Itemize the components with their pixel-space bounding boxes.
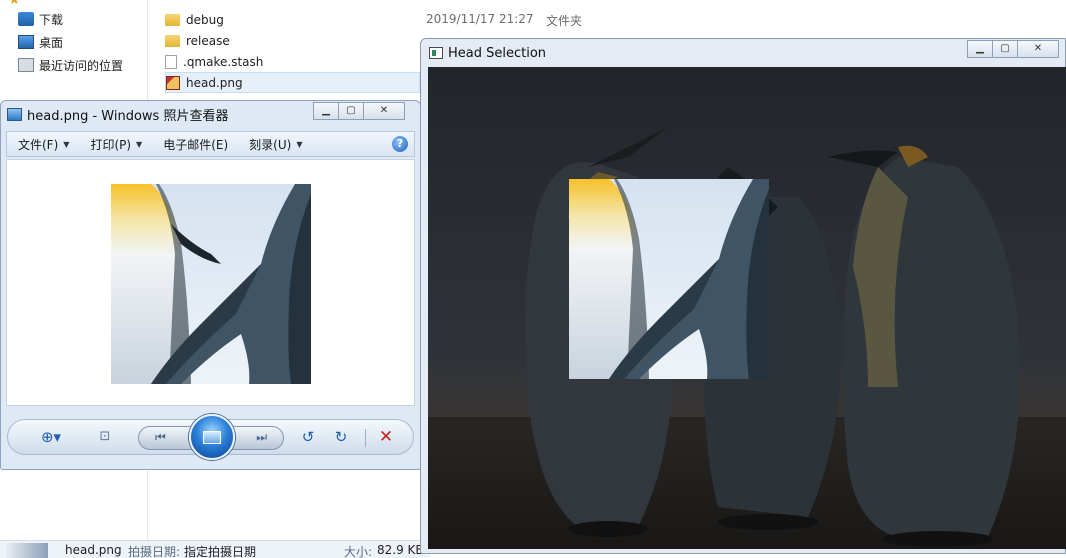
app-window-icon — [429, 47, 443, 59]
nav-item-label: 最近访问的位置 — [39, 58, 124, 73]
window-title: Head Selection — [448, 45, 547, 61]
file-row-head-png[interactable]: head.png — [165, 72, 420, 93]
next-icon[interactable]: ⏭ — [256, 430, 267, 445]
file-row-qmake-stash[interactable]: .qmake.stash — [165, 51, 420, 72]
cropped-head-image — [111, 184, 311, 384]
menu-burn[interactable]: 刻录(U) ▼ — [238, 136, 312, 153]
window-title-bar: head.png - Windows 照片查看器 — [7, 105, 229, 124]
file-row-debug[interactable]: debug — [165, 9, 420, 30]
file-name: .qmake.stash — [183, 54, 264, 69]
favorites-star-icon: ★ — [8, 0, 21, 8]
folder-icon — [165, 34, 180, 47]
minimize-button[interactable]: ▁ — [313, 102, 339, 120]
delete-icon[interactable]: ✕ — [375, 426, 397, 448]
menu-label: 刻录(U) — [249, 137, 292, 152]
file-icon — [165, 54, 177, 69]
nav-item-downloads[interactable]: 下载 — [18, 9, 63, 29]
details-file-name: head.png — [65, 543, 122, 557]
recent-places-icon — [18, 58, 34, 72]
photo-viewer-window[interactable]: head.png - Windows 照片查看器 ▁ ▢ ✕ 文件(F) ▼ 打… — [0, 100, 421, 470]
png-file-icon — [166, 75, 180, 90]
file-thumbnail — [6, 543, 48, 558]
window-title: head.png - Windows 照片查看器 — [27, 108, 229, 124]
close-button[interactable]: ✕ — [1017, 40, 1059, 58]
photo-viewer-app-icon — [7, 107, 22, 121]
menu-label: 文件(F) — [18, 137, 59, 152]
file-name: release — [186, 33, 230, 48]
slideshow-icon — [203, 431, 221, 444]
file-type: 文件夹 — [546, 14, 583, 28]
head-selection-rectangle[interactable] — [569, 179, 769, 379]
menu-label: 打印(P) — [90, 137, 132, 152]
download-folder-icon — [18, 12, 34, 26]
toolbar-separator — [365, 429, 366, 447]
menu-file[interactable]: 文件(F) ▼ — [7, 136, 79, 153]
close-button[interactable]: ✕ — [363, 102, 405, 120]
image-canvas[interactable] — [6, 159, 415, 406]
menu-label: 电子邮件(E) — [163, 137, 229, 152]
zoom-icon[interactable]: ⊕▾ — [36, 426, 66, 448]
caret-down-icon: ▼ — [63, 139, 70, 149]
caret-down-icon: ▼ — [136, 139, 143, 149]
maximize-button[interactable]: ▢ — [992, 40, 1018, 58]
help-icon[interactable]: ? — [392, 136, 408, 152]
slideshow-button[interactable] — [189, 414, 235, 460]
window-caption-buttons: ▁ ▢ ✕ — [313, 102, 405, 120]
desktop-icon — [18, 35, 34, 49]
nav-item-label: 桌面 — [39, 35, 64, 50]
folder-icon — [165, 13, 180, 26]
details-size-value: 82.9 KB — [377, 543, 424, 557]
file-row-release[interactable]: release — [165, 30, 420, 51]
nav-item-recent-places[interactable]: 最近访问的位置 — [18, 55, 123, 75]
details-taken-label: 拍摄日期: — [128, 545, 181, 558]
nav-item-label: 下载 — [39, 12, 64, 27]
nav-item-desktop[interactable]: 桌面 — [18, 32, 63, 52]
playback-control-bar: ⊕▾ ⊡ ⏮ ⏭ ↺ ↻ ✕ — [7, 414, 414, 460]
head-selection-window[interactable]: Head Selection ▁ ▢ ✕ — [420, 38, 1066, 554]
file-date: 2019/11/17 21:27 — [426, 12, 534, 26]
penguin-image-canvas[interactable] — [428, 67, 1066, 549]
minimize-button[interactable]: ▁ — [967, 40, 993, 58]
file-name: head.png — [186, 75, 243, 90]
caret-down-icon: ▼ — [296, 139, 303, 149]
menu-email[interactable]: 电子邮件(E) — [152, 136, 238, 153]
details-size-label: 大小: — [344, 545, 373, 558]
maximize-button[interactable]: ▢ — [338, 102, 364, 120]
window-caption-buttons: ▁ ▢ ✕ — [967, 40, 1059, 58]
rotate-counterclockwise-icon[interactable]: ↺ — [297, 426, 319, 448]
details-taken-value[interactable]: 指定拍摄日期 — [184, 543, 256, 558]
file-name: debug — [186, 12, 224, 27]
actual-size-icon[interactable]: ⊡ — [94, 426, 116, 448]
window-title-bar: Head Selection — [429, 44, 546, 62]
command-bar: 文件(F) ▼ 打印(P) ▼ 电子邮件(E) 刻录(U) ▼ ? — [6, 131, 415, 157]
details-pane: head.png 拍摄日期: 指定拍摄日期 大小: 82.9 KB — [0, 540, 430, 558]
rotate-clockwise-icon[interactable]: ↻ — [330, 426, 352, 448]
menu-print[interactable]: 打印(P) ▼ — [79, 136, 152, 153]
previous-icon[interactable]: ⏮ — [155, 430, 166, 445]
